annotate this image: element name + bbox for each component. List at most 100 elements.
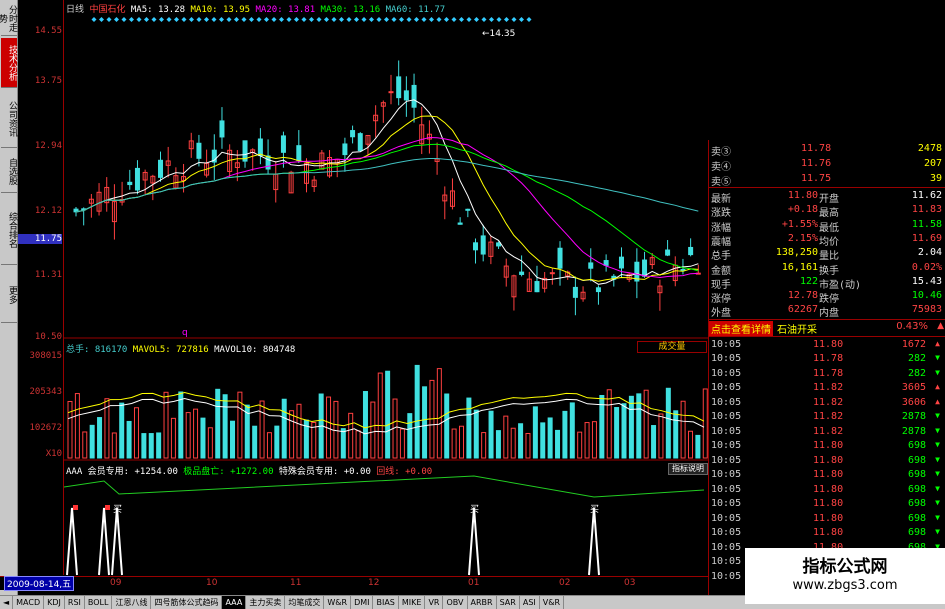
volume-bar xyxy=(606,389,612,459)
tick-price: 11.82 xyxy=(813,425,844,437)
tick-row: 10:05 11.80 698 ▼ xyxy=(709,513,945,527)
tab-江恩八线[interactable]: 江恩八线 xyxy=(112,596,152,609)
tick-row: 10:05 11.80 698 ▼ xyxy=(709,455,945,469)
tab-aaa[interactable]: AAA xyxy=(222,596,247,609)
buy-signal-label: 买 xyxy=(590,504,599,515)
volume-bar xyxy=(518,423,524,459)
volume-bar xyxy=(207,427,213,459)
tab-arbr[interactable]: ARBR xyxy=(468,596,497,609)
price-tick-3: 12.12 xyxy=(34,206,62,216)
tab-w&r[interactable]: W&R xyxy=(324,596,352,609)
signal-diamond xyxy=(189,17,194,22)
sector-header: 点击查看详情 石油开采 0.43% ▲ xyxy=(709,320,945,336)
tab-boll[interactable]: BOLL xyxy=(85,596,113,609)
ma5-line xyxy=(75,99,699,285)
signal-diamond xyxy=(144,17,149,22)
down-arrow-icon: ▼ xyxy=(935,411,940,421)
tab-scroll-left[interactable]: ◄ xyxy=(0,596,14,609)
tab-dmi[interactable]: DMI xyxy=(351,596,374,609)
tick-price: 11.82 xyxy=(813,382,844,394)
tick-price: 11.78 xyxy=(813,353,844,365)
signal-diamond xyxy=(99,17,104,22)
volume-bar xyxy=(259,400,265,459)
stat-value2: 11.69 xyxy=(911,232,942,244)
tab-四号筋体公式趋码[interactable]: 四号筋体公式趋码 xyxy=(151,596,223,609)
left-tab-5[interactable]: 综合排名 xyxy=(1,195,17,265)
volume-bar xyxy=(385,370,391,459)
stat-label: 现手 xyxy=(711,279,731,291)
volume-indicator-button[interactable]: 成交量 xyxy=(637,341,707,353)
signal-diamond xyxy=(361,17,367,22)
down-arrow-icon: ▼ xyxy=(935,483,940,493)
volume-bar xyxy=(555,429,561,459)
tick-time: 10:05 xyxy=(711,527,742,539)
chart-area[interactable]: ←14.35 q 买 买 买 xyxy=(64,0,708,576)
tab-vr[interactable]: VR xyxy=(425,596,444,609)
tick-price: 11.80 xyxy=(813,527,844,539)
tick-time: 10:05 xyxy=(711,556,742,568)
date-label-09: 09 xyxy=(110,578,122,588)
volume-bar xyxy=(584,422,590,459)
mavol10-value: MAVOL10: 804748 xyxy=(214,345,296,355)
sector-close-icon[interactable]: ▲ xyxy=(937,321,944,331)
down-arrow-icon: ▼ xyxy=(935,440,940,450)
tick-time: 10:05 xyxy=(711,469,742,481)
stat-value: 12.78 xyxy=(787,290,818,302)
stat-row: 涨幅 +1.55% 最低 11.58 xyxy=(709,219,945,234)
signal-diamond xyxy=(219,17,224,22)
tab-bias[interactable]: BIAS xyxy=(373,596,399,609)
date-axis: 09 10 11 12 01 02 03 xyxy=(0,576,708,590)
signal-diamond xyxy=(346,17,352,22)
tick-row: 10:05 11.78 282 ▼ xyxy=(709,353,945,367)
volume-bar xyxy=(281,398,287,459)
tick-volume: 1672 xyxy=(901,338,926,350)
volume-bar xyxy=(444,393,450,459)
candle-body xyxy=(680,268,686,271)
left-tab-3[interactable]: 公司资讯 xyxy=(1,90,17,148)
ask-row: 卖③ 11.78 2478 xyxy=(709,143,945,158)
left-tab-4[interactable]: 自选股 xyxy=(1,150,17,193)
volume-bar xyxy=(651,425,657,459)
tab-asi[interactable]: ASI xyxy=(520,596,540,609)
tick-volume: 3605 xyxy=(901,382,926,394)
ask-volume: 2478 xyxy=(917,143,942,154)
tick-price: 11.80 xyxy=(813,338,844,350)
volume-bar xyxy=(481,432,487,459)
indicator-help-button[interactable]: 指标说明 xyxy=(668,463,708,475)
left-tab-2[interactable]: 技术分析 xyxy=(1,38,17,88)
tick-time: 10:05 xyxy=(711,512,742,524)
tab-kdj[interactable]: KDJ xyxy=(44,596,65,609)
ma10-value: MA10: 13.95 xyxy=(190,5,251,15)
date-label-12: 12 xyxy=(368,578,380,588)
volume-bar xyxy=(473,409,479,459)
volume-bar xyxy=(141,433,147,459)
tab-均笔成交[interactable]: 均笔成交 xyxy=(285,596,325,609)
tab-rsi[interactable]: RSI xyxy=(65,596,85,609)
tick-row: 10:05 11.78 282 ▼ xyxy=(709,368,945,382)
volume-bar xyxy=(503,415,509,459)
stat-value: 138,250 xyxy=(775,247,818,259)
sector-name: 石油开采 xyxy=(777,324,817,336)
tab-sar[interactable]: SAR xyxy=(497,596,520,609)
stat-row: 涨停 12.78 跌停 10.46 xyxy=(709,290,945,305)
candle-body xyxy=(396,76,402,99)
detail-button[interactable]: 点击查看详情 xyxy=(709,320,773,336)
volume-bar xyxy=(333,400,339,459)
left-tab-6[interactable]: 更多 xyxy=(1,268,17,323)
tab-v&r[interactable]: V&R xyxy=(540,596,565,609)
tick-time: 10:05 xyxy=(711,353,742,365)
left-tab-1[interactable]: 分时走势 xyxy=(0,2,17,36)
tab-macd[interactable]: MACD xyxy=(13,596,45,609)
aaa-value4: +0.00 xyxy=(405,467,433,477)
volume-bar xyxy=(193,408,199,459)
candle-body xyxy=(342,143,348,156)
tab-mike[interactable]: MIKE xyxy=(399,596,426,609)
left-tab-bar: 分时走势技术分析公司资讯自选股综合排名更多 xyxy=(0,0,18,595)
price-tick-5: 11.31 xyxy=(34,270,62,280)
buy-signal-label: 买 xyxy=(113,504,122,515)
tab-主力买卖[interactable]: 主力买卖 xyxy=(246,596,286,609)
tab-obv[interactable]: OBV xyxy=(443,596,468,609)
volume-bar xyxy=(126,420,132,459)
volume-bar xyxy=(414,364,420,459)
stat-value: 62267 xyxy=(787,304,818,316)
